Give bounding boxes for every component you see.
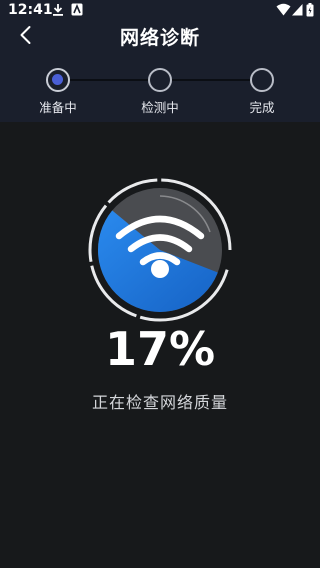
page-title: 网络诊断: [119, 27, 200, 49]
step-indicator-prepare: [46, 68, 70, 92]
progress-status-text: 正在检查网络质量: [91, 393, 228, 412]
top-panel: 12:41 网络诊断 准备中 检测中 完成: [0, 0, 320, 122]
status-time: 12:41: [8, 2, 53, 18]
step-indicator-done: [250, 68, 274, 92]
step-indicator-testing: [148, 68, 172, 92]
step-label-prepare: 准备中: [39, 100, 77, 115]
step-connector: [70, 79, 148, 81]
step-active-dot: [52, 74, 63, 85]
step-connector: [172, 79, 250, 81]
app-notification-icon: [71, 3, 83, 16]
app-header: 网络诊断: [0, 22, 320, 52]
progress-percent: 17%: [104, 322, 216, 376]
progress-gauge: [86, 176, 234, 324]
step-label-done: 完成: [249, 100, 275, 115]
signal-icon: [292, 4, 303, 16]
wifi-icon: [276, 3, 291, 16]
status-bar: 12:41: [0, 0, 320, 22]
battery-icon: [306, 3, 314, 17]
progress-steps: 准备中 检测中 完成: [0, 62, 320, 118]
download-icon: [53, 4, 63, 16]
step-label-testing: 检测中: [141, 100, 179, 115]
